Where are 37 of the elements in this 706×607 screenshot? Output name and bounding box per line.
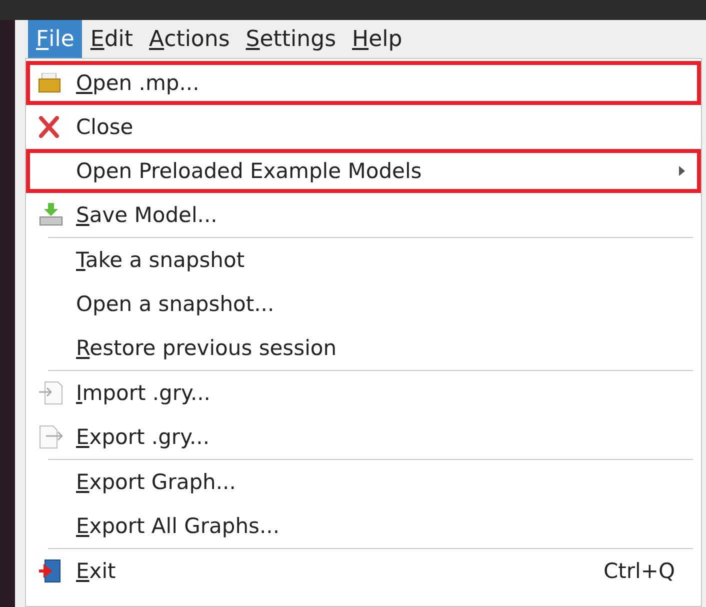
menu-item-label: Export All Graphs... bbox=[76, 514, 281, 538]
menu-bar-item[interactable]: Actions bbox=[141, 20, 238, 58]
menu-item[interactable]: Export Graph... bbox=[26, 460, 701, 504]
document-import-icon bbox=[38, 381, 64, 405]
menu-item-label: Restore previous session bbox=[76, 336, 338, 360]
shortcut-label: Ctrl+Q bbox=[604, 559, 675, 583]
menu-item[interactable]: Open a snapshot... bbox=[26, 282, 701, 326]
menu-item-label: Import .gry... bbox=[76, 381, 212, 405]
menu-item-label: Take a snapshot bbox=[76, 248, 246, 272]
menu-item[interactable]: Import .gry... bbox=[26, 371, 701, 415]
menu-item-label: Export Graph... bbox=[76, 470, 237, 494]
menu-item-label: Export .gry... bbox=[76, 425, 211, 449]
submenu-arrow-icon bbox=[679, 166, 685, 176]
highlighted-menu-item[interactable]: Open .mp... bbox=[26, 61, 701, 105]
folder-icon bbox=[38, 73, 62, 93]
menu-item-label: Open Preloaded Example Models bbox=[76, 159, 423, 183]
menu-bar-item[interactable]: Edit bbox=[82, 20, 142, 58]
menu-item[interactable]: Restore previous session bbox=[26, 326, 701, 370]
menu-item[interactable]: Exit Ctrl+Q bbox=[26, 549, 701, 593]
menu-bar-item[interactable]: File bbox=[28, 20, 82, 58]
menu-item-label: Close bbox=[76, 115, 134, 139]
exit-door-icon bbox=[38, 559, 62, 583]
menu-bar-item[interactable]: Help bbox=[344, 20, 410, 58]
menu-item[interactable]: Close bbox=[26, 105, 701, 149]
drive-download-icon bbox=[38, 203, 64, 227]
menu-bar-item[interactable]: Settings bbox=[238, 20, 344, 58]
document-export-icon bbox=[38, 425, 64, 449]
menu-item-label: Open a snapshot... bbox=[76, 292, 276, 316]
menu-item[interactable]: Save Model... bbox=[26, 193, 701, 237]
menu-item[interactable]: Export .gry... bbox=[26, 415, 701, 459]
cross-icon bbox=[38, 116, 60, 138]
menu-item-label: Open .mp... bbox=[76, 71, 200, 95]
menu-item-label: Exit bbox=[76, 559, 117, 583]
menu-item[interactable]: Export All Graphs... bbox=[26, 504, 701, 548]
menu-item[interactable]: Take a snapshot bbox=[26, 238, 701, 282]
highlighted-menu-item[interactable]: Open Preloaded Example Models bbox=[26, 149, 701, 193]
menu-item-label: Save Model... bbox=[76, 203, 218, 227]
